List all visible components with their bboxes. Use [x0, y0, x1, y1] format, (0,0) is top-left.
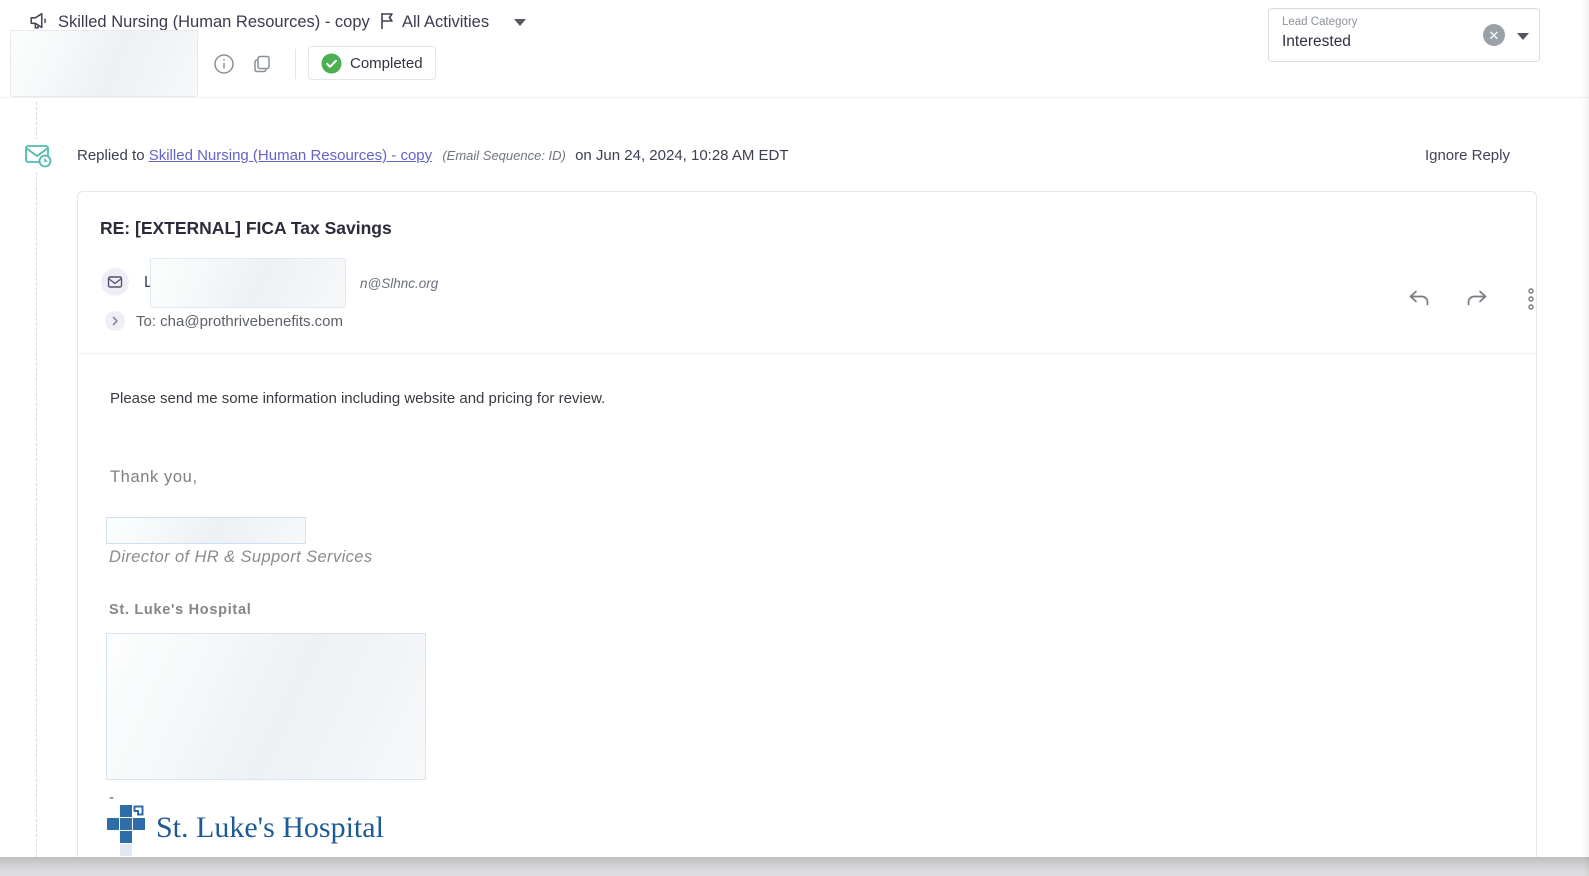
redacted-panel [10, 30, 198, 97]
email-to: To: cha@prothrivebenefits.com [136, 313, 343, 330]
reply-icon[interactable] [1406, 286, 1432, 312]
activities-caret-icon[interactable] [514, 19, 526, 26]
redacted-signature-name [106, 517, 306, 544]
redacted-signature-block [106, 633, 426, 780]
lead-category-clear-icon[interactable]: ✕ [1483, 24, 1505, 46]
activity-timestamp: on Jun 24, 2024, 10:28 AM EDT [575, 147, 789, 164]
timeline-dashed-line [36, 102, 37, 857]
signature-company: St. Luke's Hospital [109, 602, 252, 618]
replied-email-icon [22, 139, 54, 171]
redacted-sender-name [150, 258, 346, 308]
email-header: RE: [EXTERNAL] FICA Tax Savings L n@Slhn… [78, 192, 1536, 354]
flag-icon [378, 11, 396, 36]
expand-chevron-icon[interactable] [105, 311, 125, 331]
email-from-address: n@Slhnc.org [360, 276, 439, 291]
status-badge-label: Completed [350, 54, 423, 72]
app-window: Skilled Nursing (Human Resources) - copy… [0, 0, 1589, 876]
lead-category-caret-icon[interactable] [1517, 33, 1529, 40]
window-shadow-bottom [0, 857, 1589, 876]
email-subject: RE: [EXTERNAL] FICA Tax Savings [100, 218, 392, 238]
signature-closing: Thank you, [110, 468, 198, 486]
activities-filter[interactable]: All Activities [402, 13, 489, 32]
topbar-divider [0, 97, 1589, 98]
activity-summary: Replied to Skilled Nursing (Human Resour… [77, 147, 789, 164]
copy-icon[interactable] [251, 53, 273, 75]
ignore-reply-button[interactable]: Ignore Reply [1425, 147, 1510, 164]
activity-meta: (Email Sequence: ID) [442, 148, 566, 163]
info-icon[interactable] [213, 53, 235, 75]
toolbar-divider [295, 49, 296, 79]
status-badge[interactable]: Completed [308, 46, 436, 80]
email-card: RE: [EXTERNAL] FICA Tax Savings L n@Slhn… [77, 191, 1537, 876]
lead-category-label: Lead Category [1282, 16, 1358, 28]
check-circle-icon [321, 53, 342, 73]
more-options-icon[interactable] [1518, 287, 1544, 313]
forward-icon[interactable] [1464, 286, 1490, 312]
hospital-logo: St. Luke's Hospital [107, 804, 384, 856]
activity-prefix: Replied to [77, 147, 145, 164]
hospital-logo-text: St. Luke's Hospital [156, 811, 384, 844]
mail-icon [101, 268, 129, 296]
hospital-cross-icon [107, 805, 145, 856]
lead-category-value: Interested [1282, 33, 1351, 50]
lead-category-select[interactable]: Lead Category Interested ✕ [1268, 8, 1540, 62]
email-body: Please send me some information includin… [110, 390, 606, 407]
activity-sequence-link[interactable]: Skilled Nursing (Human Resources) - copy [149, 147, 432, 164]
signature-role: Director of HR & Support Services [109, 548, 373, 566]
window-shadow-right [1582, 0, 1589, 876]
